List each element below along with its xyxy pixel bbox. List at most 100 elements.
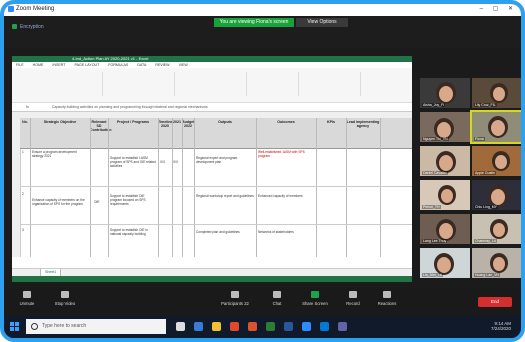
cell-row2-project[interactable]: Support to establish OIE program focused…	[110, 194, 156, 206]
participant-tile[interactable]: Aisha_Joy_FI	[420, 78, 470, 108]
participant-face	[441, 189, 453, 203]
tab-view[interactable]: VIEW	[179, 63, 188, 67]
cell-row2-outcomes[interactable]: Enhanced capacity of members	[258, 194, 314, 198]
security-indicator[interactable]: Encryption	[12, 24, 44, 30]
search-placeholder: Type here to search	[42, 323, 87, 329]
styles-group[interactable]	[300, 72, 361, 96]
chrome-icon[interactable]	[230, 322, 239, 331]
end-meeting-button[interactable]: End	[478, 297, 512, 307]
excel-ribbon	[12, 68, 412, 103]
participant-name: Chiu Ling_MY	[474, 205, 498, 209]
participant-tile[interactable]: Hoang Lan_VN	[472, 248, 521, 278]
formula-bar[interactable]: fx Capacity-building activities on plann…	[12, 103, 412, 112]
shared-excel-window: 4-Ind_Action Plan AY 2020-2021 v1 - Exce…	[12, 56, 412, 277]
excel-icon[interactable]	[266, 322, 275, 331]
grid-line	[346, 118, 347, 257]
video-button[interactable]: Stop Video	[48, 291, 82, 306]
taskbar-search-box[interactable]: Type here to search	[26, 319, 166, 334]
clipboard-group[interactable]	[42, 72, 103, 96]
participant-tile[interactable]: Chanmay_LA	[472, 214, 521, 244]
row-divider	[20, 186, 412, 187]
tab-insert[interactable]: INSERT	[52, 63, 65, 67]
reactions-button[interactable]: Reactions	[370, 291, 404, 306]
tab-review[interactable]: REVIEW	[155, 63, 169, 67]
cell-row1-project[interactable]: Support to establish 1ASM program of SPS…	[110, 156, 156, 168]
cell-row1-t2020[interactable]: X/X	[160, 160, 165, 164]
font-group[interactable]	[104, 72, 175, 96]
system-tray-clock[interactable]: 9:14 AM 7/24/2020	[491, 321, 511, 331]
participant-tile[interactable]: Nguyen Thi_VN	[420, 112, 470, 142]
chat-button[interactable]: Chat	[260, 291, 294, 306]
share-screen-icon	[311, 291, 319, 298]
task-view-icon[interactable]	[176, 322, 185, 331]
participant-name: Apple Gustin	[474, 171, 497, 175]
tab-data[interactable]: DATA	[137, 63, 146, 67]
participants-button[interactable]: Participants 22	[218, 291, 252, 306]
participants-label: Participants	[221, 301, 244, 306]
tab-file[interactable]: FILE	[16, 63, 24, 67]
participant-tile[interactable]: Pensri_TH	[420, 180, 470, 210]
window-controls[interactable]: – ▢ ✕	[480, 5, 517, 12]
cell-row3-outputs[interactable]: Completed plan and guidelines	[196, 230, 254, 234]
windows-start-icon[interactable]	[10, 322, 19, 331]
cell-row2-objective[interactable]: Enhance capacity of members on the organ…	[32, 198, 88, 206]
cell-row1-outcomes[interactable]: Well-established 1ASM with SPS program	[258, 150, 314, 158]
mute-label: Unmute	[19, 301, 35, 306]
cell-row1-t2021[interactable]: X/X	[173, 160, 178, 164]
clock-date: 7/24/2020	[490, 326, 511, 331]
microphone-icon	[23, 291, 31, 298]
cell-row2-no[interactable]: 2	[22, 192, 24, 196]
participant-tile[interactable]: Lang Lee Thuy	[420, 214, 470, 244]
cell-row1-no[interactable]: 1	[22, 150, 24, 154]
cell-row3-no[interactable]: 3	[22, 228, 24, 232]
cell-row2-contribution[interactable]: OIE	[94, 200, 100, 204]
edge-icon[interactable]	[194, 322, 203, 331]
grid-line	[30, 118, 31, 257]
cell-row2-outputs[interactable]: Regional workshop report and guidelines	[196, 194, 254, 198]
zoom-taskbar-icon[interactable]	[302, 322, 311, 331]
editing-group[interactable]	[362, 72, 408, 96]
cell-row3-outcomes[interactable]: Networks of stakeholders	[258, 230, 314, 234]
participant-name: Chanmay_LA	[474, 239, 498, 243]
participant-tile[interactable]: Apple Gustin	[472, 146, 521, 176]
number-group[interactable]	[248, 72, 299, 96]
participant-name: Aisha_Joy_FI	[422, 103, 446, 107]
participant-tile[interactable]: Chiu Ling_MY	[472, 180, 521, 210]
grid-line	[194, 118, 195, 257]
participant-tile-active-speaker[interactable]: Fiona	[470, 110, 521, 144]
chat-label: Chat	[272, 301, 282, 306]
cell-row1-outputs[interactable]: Regional expert and program development …	[196, 156, 254, 164]
tab-formulas[interactable]: FORMULAS	[108, 63, 128, 67]
file-explorer-icon[interactable]	[212, 322, 221, 331]
participant-name: Nguyen Thi_VN	[422, 137, 449, 141]
header-outputs: Outputs	[218, 120, 232, 124]
view-options-button[interactable]: View Options	[296, 18, 348, 27]
people-icon	[231, 291, 239, 298]
shield-icon	[12, 24, 17, 30]
camera-icon	[61, 291, 69, 298]
cell-row3-project[interactable]: Support to establish OIE in national cap…	[110, 228, 156, 236]
participant-face	[493, 257, 505, 271]
participant-tile[interactable]: Daniel Cavalier	[420, 146, 470, 176]
participant-face	[495, 155, 507, 169]
share-screen-button[interactable]: Share Screen	[298, 291, 332, 306]
mute-button[interactable]: Unmute	[10, 291, 44, 306]
tab-page-layout[interactable]: PAGE LAYOUT	[75, 63, 100, 67]
participant-name: Hoang Lan_VN	[474, 273, 500, 277]
excel-status-bar	[12, 276, 412, 282]
alignment-group[interactable]	[176, 72, 247, 96]
teams-icon[interactable]	[338, 322, 347, 331]
reactions-label: Reactions	[377, 301, 397, 306]
powerpoint-icon[interactable]	[248, 322, 257, 331]
cell-row1-objective[interactable]: Ensure a program development strategy 20…	[32, 150, 88, 158]
row-divider	[20, 224, 412, 225]
record-button[interactable]: Record	[336, 291, 370, 306]
header-project: Project / Programs	[117, 120, 149, 124]
word-icon[interactable]	[284, 322, 293, 331]
spreadsheet-grid[interactable]: No. Strategic Objective Relevant SD Cont…	[12, 112, 412, 257]
participant-tile[interactable]: Lily Cruz_FIL	[472, 78, 521, 108]
outlook-icon[interactable]	[320, 322, 329, 331]
share-label: Share Screen	[302, 301, 328, 306]
tab-home[interactable]: HOME	[33, 63, 44, 67]
participant-tile[interactable]: Lia_Ahn_LA	[420, 248, 470, 278]
